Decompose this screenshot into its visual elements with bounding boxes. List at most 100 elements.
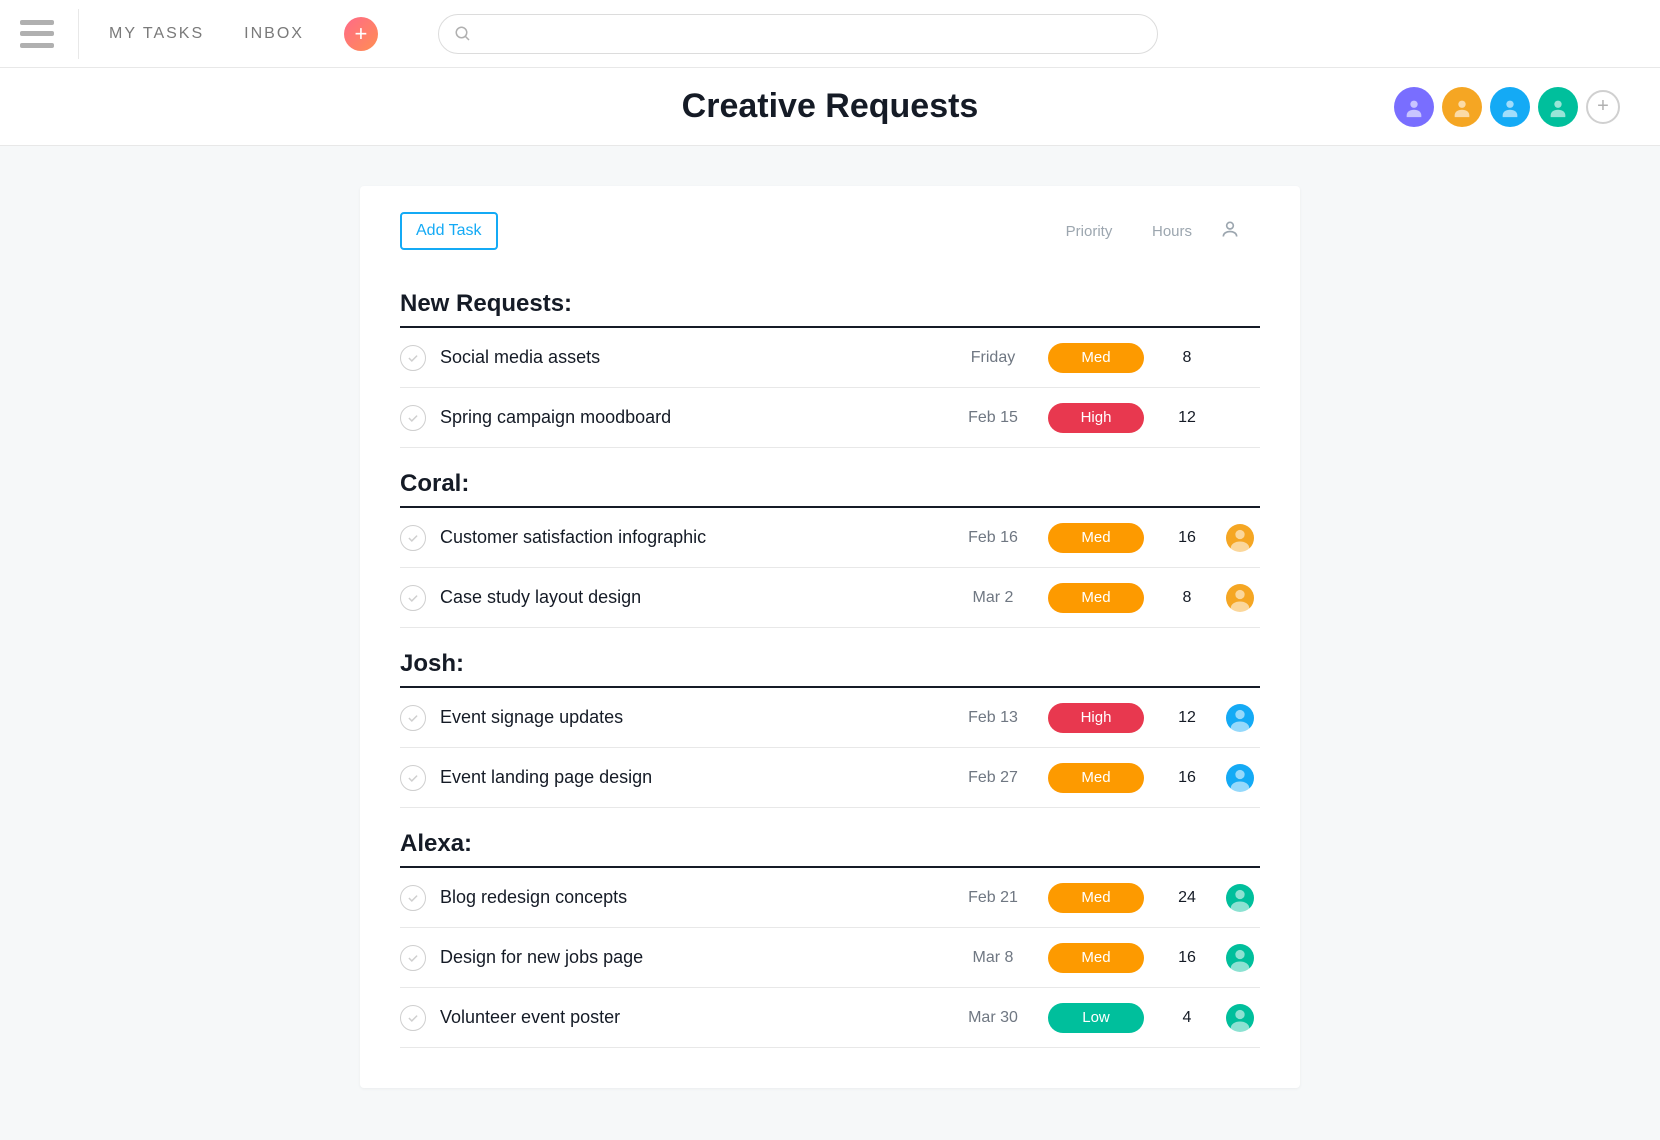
due-date: Feb 13: [948, 709, 1038, 727]
assignee-cell[interactable]: [1220, 584, 1260, 612]
member-avatar[interactable]: [1442, 87, 1482, 127]
assignee-cell[interactable]: [1220, 764, 1260, 792]
divider: [78, 9, 79, 59]
task-title: Customer satisfaction infographic: [440, 527, 948, 548]
task-row[interactable]: Event signage updatesFeb 13High12: [400, 688, 1260, 748]
complete-checkbox[interactable]: [400, 705, 426, 731]
task-title: Volunteer event poster: [440, 1007, 948, 1028]
check-icon: [406, 711, 420, 725]
check-icon: [406, 591, 420, 605]
content: Add Task Priority Hours New Requests: Soc…: [0, 146, 1660, 1088]
assignee-cell[interactable]: [1220, 524, 1260, 552]
due-date: Feb 27: [948, 769, 1038, 787]
task-title: Event landing page design: [440, 767, 948, 788]
task-row[interactable]: Design for new jobs pageMar 8 Med 16: [400, 928, 1260, 988]
section-title[interactable]: New Requests:: [400, 268, 1260, 328]
member-avatar[interactable]: [1394, 87, 1434, 127]
section-title[interactable]: Coral:: [400, 448, 1260, 508]
task-card: Add Task Priority Hours New Requests: Soc…: [360, 186, 1300, 1088]
complete-checkbox[interactable]: [400, 585, 426, 611]
assignee-cell[interactable]: [1220, 704, 1260, 732]
priority-pill[interactable]: Low: [1048, 1003, 1144, 1033]
task-title: Blog redesign concepts: [440, 887, 948, 908]
check-icon: [406, 351, 420, 365]
assignee-cell[interactable]: [1220, 944, 1260, 972]
priority-pill[interactable]: High: [1048, 703, 1144, 733]
task-title: Design for new jobs page: [440, 947, 948, 968]
due-date: Mar 8: [948, 949, 1038, 967]
due-date: Feb 16: [948, 529, 1038, 547]
task-section: New Requests:Social media assetsFridayMe…: [360, 268, 1300, 448]
column-hours-label: Hours: [1134, 223, 1210, 240]
due-date: Feb 21: [948, 889, 1038, 907]
assignee-cell[interactable]: [1220, 884, 1260, 912]
search-icon: [454, 25, 472, 43]
priority-pill[interactable]: Med: [1048, 763, 1144, 793]
nav-my-tasks[interactable]: MY TASKS: [109, 25, 204, 43]
hours-value: 8: [1154, 349, 1220, 367]
task-row[interactable]: Event landing page designFeb 27Med16: [400, 748, 1260, 808]
priority-pill[interactable]: Med: [1048, 343, 1144, 373]
topbar: MY TASKS INBOX +: [0, 0, 1660, 68]
assignee-cell[interactable]: [1220, 1004, 1260, 1032]
due-date: Mar 2: [948, 589, 1038, 607]
due-date: Feb 15: [948, 409, 1038, 427]
task-title: Social media assets: [440, 347, 948, 368]
add-button[interactable]: +: [344, 17, 378, 51]
assignee-avatar: [1226, 704, 1254, 732]
complete-checkbox[interactable]: [400, 1005, 426, 1031]
hours-value: 12: [1154, 709, 1220, 727]
user-icon: [1220, 219, 1240, 239]
search-input[interactable]: [438, 14, 1158, 54]
priority-pill[interactable]: Med: [1048, 523, 1144, 553]
assignee-avatar: [1226, 584, 1254, 612]
check-icon: [406, 771, 420, 785]
member-avatar[interactable]: [1490, 87, 1530, 127]
assignee-avatar: [1226, 944, 1254, 972]
task-row[interactable]: Social media assetsFridayMed8: [400, 328, 1260, 388]
add-member-button[interactable]: +: [1586, 90, 1620, 124]
member-avatar[interactable]: [1538, 87, 1578, 127]
nav-inbox[interactable]: INBOX: [244, 25, 304, 43]
title-row: Creative Requests +: [0, 68, 1660, 146]
task-row[interactable]: Case study layout designMar 2 Med 8: [400, 568, 1260, 628]
priority-pill[interactable]: High: [1048, 403, 1144, 433]
hours-value: 8: [1154, 589, 1220, 607]
check-icon: [406, 951, 420, 965]
card-header: Add Task Priority Hours: [360, 206, 1300, 268]
assignee-avatar: [1226, 524, 1254, 552]
task-section: Josh:Event signage updatesFeb 13High12Ev…: [360, 628, 1300, 808]
task-row[interactable]: Customer satisfaction infographicFeb 16 M…: [400, 508, 1260, 568]
assignee-avatar: [1226, 764, 1254, 792]
hours-value: 4: [1154, 1009, 1220, 1027]
add-task-button[interactable]: Add Task: [400, 212, 498, 250]
check-icon: [406, 1011, 420, 1025]
column-assignee-icon: [1210, 219, 1250, 244]
complete-checkbox[interactable]: [400, 405, 426, 431]
section-title[interactable]: Alexa:: [400, 808, 1260, 868]
complete-checkbox[interactable]: [400, 345, 426, 371]
task-title: Case study layout design: [440, 587, 948, 608]
plus-icon: +: [1597, 95, 1609, 118]
hours-value: 12: [1154, 409, 1220, 427]
menu-icon[interactable]: [20, 20, 54, 48]
member-avatars: +: [1394, 87, 1620, 127]
complete-checkbox[interactable]: [400, 765, 426, 791]
task-section: Coral:Customer satisfaction infographicF…: [360, 448, 1300, 628]
check-icon: [406, 411, 420, 425]
assignee-avatar: [1226, 1004, 1254, 1032]
task-row[interactable]: Volunteer event posterMar 30Low4: [400, 988, 1260, 1048]
hours-value: 16: [1154, 949, 1220, 967]
complete-checkbox[interactable]: [400, 885, 426, 911]
complete-checkbox[interactable]: [400, 945, 426, 971]
check-icon: [406, 531, 420, 545]
priority-pill[interactable]: Med: [1048, 583, 1144, 613]
plus-icon: +: [355, 21, 368, 47]
task-row[interactable]: Blog redesign conceptsFeb 21 Med 24: [400, 868, 1260, 928]
hours-value: 24: [1154, 889, 1220, 907]
complete-checkbox[interactable]: [400, 525, 426, 551]
priority-pill[interactable]: Med: [1048, 883, 1144, 913]
task-row[interactable]: Spring campaign moodboardFeb 15High12: [400, 388, 1260, 448]
section-title[interactable]: Josh:: [400, 628, 1260, 688]
priority-pill[interactable]: Med: [1048, 943, 1144, 973]
